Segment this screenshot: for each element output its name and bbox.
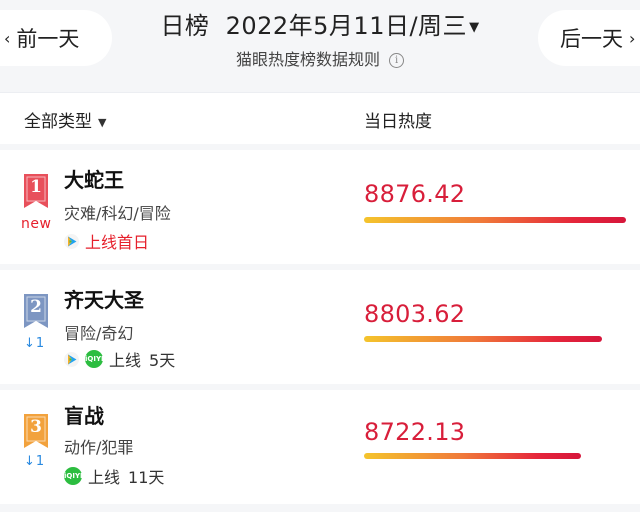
heat-bar-track bbox=[364, 336, 626, 342]
rules-text: 猫眼热度榜数据规则 bbox=[235, 50, 380, 69]
rank-badge: 1 bbox=[24, 174, 48, 208]
heat-column-label: 当日热度 bbox=[364, 112, 432, 132]
release-status: 上线 bbox=[88, 468, 121, 487]
header: ‹ 前一天 日榜 2022年5月11日/周三 ▼ 猫眼热度榜数据规则 i 后一天 … bbox=[0, 0, 640, 92]
rank-change: ↓1 bbox=[24, 336, 44, 351]
board-date: 2022年5月11日/周三 bbox=[225, 12, 468, 40]
heat-value: 8803.62 bbox=[364, 300, 466, 328]
iqiyi-icon: iQIYI bbox=[64, 467, 83, 485]
heat-bar bbox=[364, 217, 626, 223]
column-header: 全部类型 ▼ 当日热度 bbox=[0, 92, 640, 144]
rank-number: 3 bbox=[30, 417, 42, 437]
new-badge: new bbox=[21, 216, 52, 232]
arrow-down-icon: ↓ bbox=[24, 454, 35, 469]
rank-badge: 2 bbox=[24, 294, 48, 328]
caret-down-icon: ▼ bbox=[98, 115, 107, 129]
release-days: 11天 bbox=[128, 468, 165, 487]
heat-bar bbox=[364, 336, 603, 342]
release-status: 上线首日 bbox=[85, 233, 150, 252]
board-title: 日榜 bbox=[160, 12, 210, 40]
heat-value: 8876.42 bbox=[364, 180, 466, 208]
movie-genre: 冒险/奇幻 bbox=[64, 324, 134, 343]
heat-value: 8722.13 bbox=[364, 418, 466, 446]
release-status: 上线 bbox=[109, 351, 142, 370]
movie-title: 齐天大圣 bbox=[64, 288, 144, 312]
next-day-button[interactable]: 后一天 › bbox=[538, 10, 640, 66]
movie-title: 大蛇王 bbox=[64, 168, 124, 192]
list-item[interactable]: 3 ↓1 盲战 动作/犯罪 iQIYI 上线 11天 8722.13 bbox=[0, 390, 640, 504]
heat-bar-track bbox=[364, 453, 626, 459]
type-filter-dropdown[interactable]: 全部类型 ▼ bbox=[24, 107, 106, 132]
list-item[interactable]: 1 new 大蛇王 灾难/科幻/冒险 上线首日 8876.42 bbox=[0, 150, 640, 264]
tencent-video-icon bbox=[64, 351, 79, 367]
rank-change-value: 1 bbox=[35, 454, 45, 469]
release-info: iQIYI 上线 5天 bbox=[64, 347, 175, 371]
rank-change: ↓1 bbox=[24, 454, 44, 469]
heat-bar bbox=[364, 453, 582, 459]
chevron-right-icon: › bbox=[629, 28, 636, 48]
rank-number: 1 bbox=[30, 177, 42, 197]
caret-down-icon: ▼ bbox=[469, 19, 480, 35]
rank-number: 2 bbox=[30, 297, 42, 317]
list-item[interactable]: 2 ↓1 齐天大圣 冒险/奇幻 iQIYI 上线 5天 8803.62 bbox=[0, 270, 640, 384]
rank-change-value: 1 bbox=[35, 336, 45, 351]
rank-badge: 3 bbox=[24, 414, 48, 448]
release-info: 上线首日 bbox=[64, 229, 149, 253]
movie-title: 盲战 bbox=[64, 404, 104, 428]
release-info: iQIYI 上线 11天 bbox=[64, 464, 164, 488]
heat-bar-track bbox=[364, 217, 626, 223]
iqiyi-icon: iQIYI bbox=[85, 350, 104, 368]
type-filter-label: 全部类型 bbox=[24, 112, 92, 132]
movie-genre: 动作/犯罪 bbox=[64, 438, 134, 457]
release-days: 5天 bbox=[149, 351, 176, 370]
arrow-down-icon: ↓ bbox=[24, 336, 35, 351]
info-icon: i bbox=[389, 53, 405, 68]
movie-genre: 灾难/科幻/冒险 bbox=[64, 204, 171, 223]
tencent-video-icon bbox=[64, 233, 79, 249]
next-day-label: 后一天 bbox=[560, 27, 623, 51]
